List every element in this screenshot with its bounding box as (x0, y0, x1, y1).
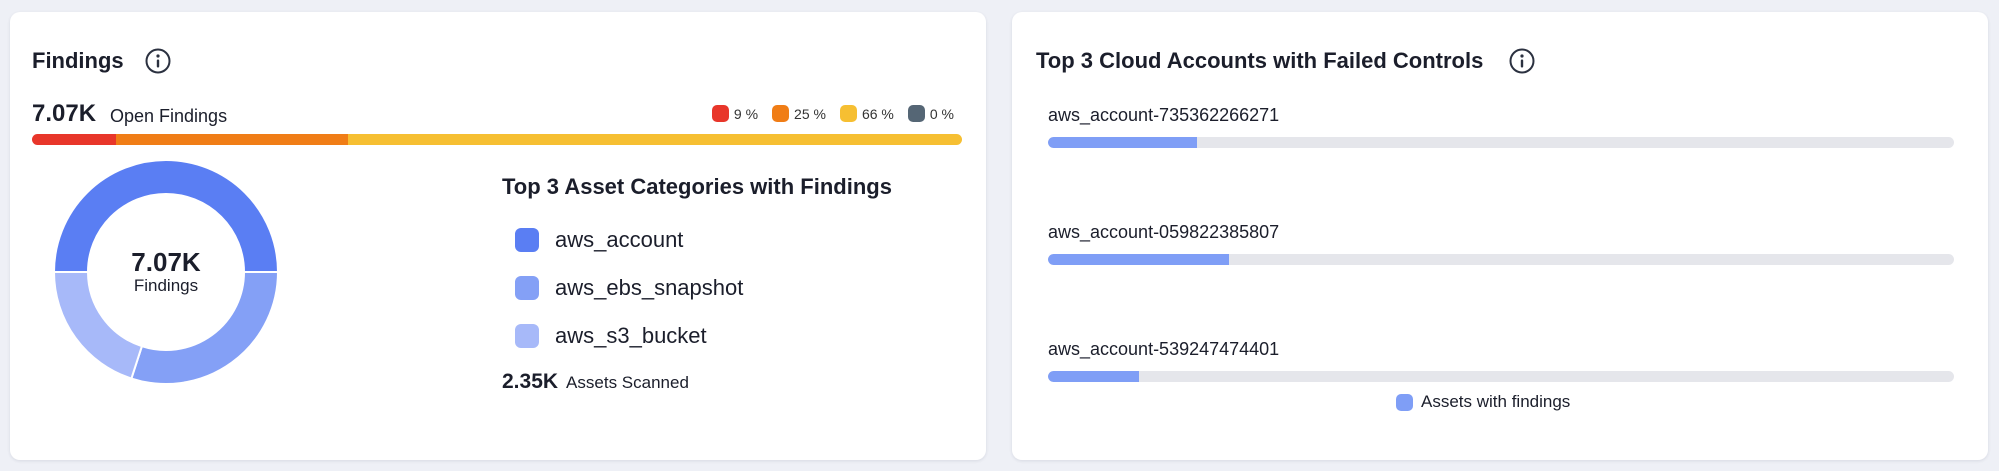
category-swatch (515, 276, 539, 300)
category-item-aws-s3-bucket[interactable]: aws_s3_bucket (515, 312, 743, 360)
asset-categories-title: Top 3 Asset Categories with Findings (502, 174, 892, 199)
info-icon[interactable] (1508, 47, 1536, 75)
account-row[interactable]: aws_account-539247474401 (1048, 339, 1954, 382)
accounts-legend: Assets with findings (1396, 392, 1570, 412)
findings-donut-chart (52, 159, 280, 385)
account-bar-fill (1048, 137, 1198, 148)
account-bar-track (1048, 254, 1954, 265)
assets-scanned: 2.35K Assets Scanned (502, 370, 689, 394)
account-bar-fill (1048, 371, 1139, 382)
cloud-accounts-card: Top 3 Cloud Accounts with Failed Control… (1012, 12, 1988, 460)
open-findings-label: Open Findings (110, 106, 228, 126)
donut-slice-aws-s3-bucket[interactable] (52, 271, 144, 380)
assets-scanned-label: Assets Scanned (566, 373, 689, 392)
severity-swatch (907, 105, 925, 122)
severity-legend-item-high: 25 % (772, 105, 826, 122)
findings-card: Findings 7.07K Open Findings 9 % 25 % 66… (10, 12, 986, 460)
category-item-aws-ebs-snapshot[interactable]: aws_ebs_snapshot (515, 264, 743, 312)
severity-percent-label: 9 % (733, 105, 759, 122)
account-row[interactable]: aws_account-059822385807 (1048, 222, 1954, 265)
severity-legend: 9 % 25 % 66 % 0 % (711, 105, 954, 122)
asset-categories-list: aws_account aws_ebs_snapshot aws_s3_buck… (515, 216, 743, 360)
account-name: aws_account-735362266271 (1048, 105, 1280, 125)
severity-legend-item-medium: 66 % (839, 105, 894, 122)
severity-swatch (839, 105, 857, 122)
severity-legend-item-low: 0 % (907, 105, 954, 122)
severity-swatch (772, 105, 790, 122)
assets-scanned-count: 2.35K (502, 370, 559, 393)
severity-segment-high[interactable] (115, 134, 349, 145)
donut-slice-aws-account[interactable] (52, 159, 280, 273)
category-swatch (515, 324, 539, 348)
category-label: aws_s3_bucket (555, 323, 707, 348)
severity-distribution-bar (32, 134, 962, 145)
donut-slice-aws-ebs-snapshot[interactable] (130, 271, 280, 385)
severity-swatch (711, 105, 729, 122)
category-label: aws_account (555, 227, 684, 252)
info-icon[interactable] (144, 47, 172, 75)
severity-segment-medium[interactable] (348, 134, 962, 145)
account-name: aws_account-059822385807 (1048, 222, 1280, 242)
severity-percent-label: 66 % (861, 105, 894, 122)
account-bar-track (1048, 137, 1954, 148)
legend-label: Assets with findings (1421, 392, 1571, 411)
findings-title: Findings (32, 48, 124, 73)
severity-segment-critical[interactable] (32, 134, 116, 145)
account-row[interactable]: aws_account-735362266271 (1048, 105, 1954, 148)
severity-percent-label: 25 % (794, 105, 826, 122)
category-item-aws-account[interactable]: aws_account (515, 216, 743, 264)
category-label: aws_ebs_snapshot (555, 275, 744, 300)
open-findings-count: 7.07K (32, 100, 97, 127)
severity-legend-item-critical: 9 % (711, 105, 759, 122)
account-bar-fill (1048, 254, 1230, 265)
cloud-accounts-title: Top 3 Cloud Accounts with Failed Control… (1036, 48, 1484, 73)
account-name: aws_account-539247474401 (1048, 339, 1280, 359)
category-swatch (515, 228, 539, 252)
account-bar-track (1048, 371, 1954, 382)
legend-swatch (1396, 393, 1413, 411)
severity-percent-label: 0 % (929, 105, 954, 122)
